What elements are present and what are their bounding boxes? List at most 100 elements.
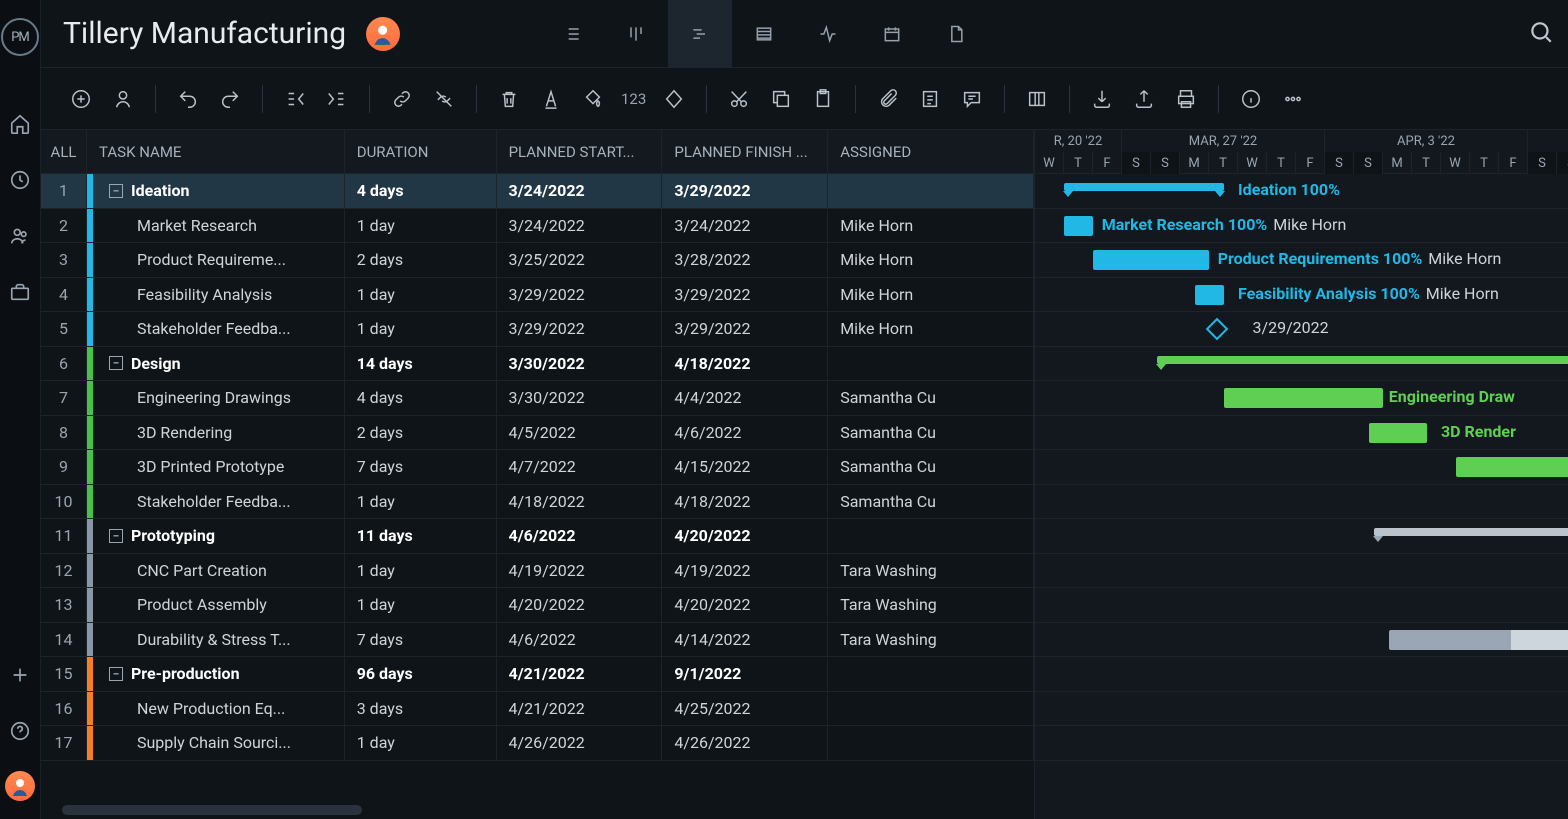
project-avatar-icon[interactable] [366, 17, 400, 51]
cell-finish[interactable]: 3/29/2022 [662, 278, 828, 312]
cell-taskname[interactable]: Feasibility Analysis [93, 278, 345, 312]
cell-duration[interactable]: 1 day [345, 485, 497, 519]
table-row[interactable]: 83D Rendering2 days4/5/20224/6/2022Saman… [41, 416, 1034, 451]
attachment-icon[interactable] [870, 81, 906, 117]
cell-assigned[interactable] [828, 519, 1034, 553]
table-row[interactable]: 6−Design14 days3/30/20224/18/2022 [41, 347, 1034, 382]
table-row[interactable]: 15−Pre-production96 days4/21/20229/1/202… [41, 657, 1034, 692]
cell-finish[interactable]: 4/14/2022 [662, 623, 828, 657]
plus-icon[interactable] [0, 655, 40, 695]
cell-duration[interactable]: 2 days [345, 416, 497, 450]
gantt-chart[interactable]: R, 20 '22MAR, 27 '22APR, 3 '22 WTFSSMTWT… [1035, 130, 1568, 819]
undo-icon[interactable] [170, 81, 206, 117]
cell-duration[interactable]: 1 day [345, 554, 497, 588]
cell-start[interactable]: 4/21/2022 [497, 692, 663, 726]
cell-taskname[interactable]: Market Research [93, 209, 345, 243]
cell-taskname[interactable]: −Pre-production [93, 657, 345, 691]
cell-assigned[interactable] [828, 347, 1034, 381]
table-row[interactable]: 13Product Assembly1 day4/20/20224/20/202… [41, 588, 1034, 623]
table-row[interactable]: 11−Prototyping11 days4/6/20224/20/2022 [41, 519, 1034, 554]
cell-start[interactable]: 4/20/2022 [497, 588, 663, 622]
col-taskname[interactable]: TASK NAME [87, 130, 345, 173]
cell-finish[interactable]: 4/20/2022 [662, 588, 828, 622]
table-row[interactable]: 5Stakeholder Feedba...1 day3/29/20223/29… [41, 312, 1034, 347]
cell-assigned[interactable]: Mike Horn [828, 278, 1034, 312]
cell-assigned[interactable] [828, 692, 1034, 726]
cell-finish[interactable]: 4/6/2022 [662, 416, 828, 450]
gantt-bar[interactable] [1157, 356, 1568, 364]
cell-taskname[interactable]: 3D Printed Prototype [93, 450, 345, 484]
home-icon[interactable] [0, 104, 40, 144]
cell-taskname[interactable]: Stakeholder Feedba... [93, 312, 345, 346]
cell-assigned[interactable]: Samantha Cu [828, 485, 1034, 519]
col-finish[interactable]: PLANNED FINISH ... [662, 130, 828, 173]
add-task-icon[interactable] [63, 81, 99, 117]
cell-finish[interactable]: 3/29/2022 [662, 174, 828, 208]
info-icon[interactable] [1233, 81, 1269, 117]
cell-duration[interactable]: 4 days [345, 174, 497, 208]
cell-assigned[interactable] [828, 726, 1034, 760]
gantt-bar[interactable] [1195, 285, 1224, 305]
gantt-bar[interactable] [1064, 183, 1224, 191]
gantt-bar[interactable] [1374, 528, 1568, 536]
cell-taskname[interactable]: New Production Eq... [93, 692, 345, 726]
col-all[interactable]: ALL [41, 130, 87, 173]
cell-finish[interactable]: 4/26/2022 [662, 726, 828, 760]
cell-start[interactable]: 4/26/2022 [497, 726, 663, 760]
search-icon[interactable] [1518, 9, 1564, 59]
collapse-icon[interactable]: − [109, 356, 123, 370]
cell-taskname[interactable]: Supply Chain Sourci... [93, 726, 345, 760]
user-avatar-icon[interactable] [5, 771, 35, 801]
cell-taskname[interactable]: Engineering Drawings [93, 381, 345, 415]
outdent-icon[interactable] [277, 81, 313, 117]
gantt-bar[interactable] [1456, 457, 1568, 477]
gantt-bar[interactable] [1369, 423, 1427, 443]
cell-finish[interactable]: 4/20/2022 [662, 519, 828, 553]
import-icon[interactable] [1084, 81, 1120, 117]
notes-icon[interactable] [912, 81, 948, 117]
cell-duration[interactable]: 1 day [345, 588, 497, 622]
number-format-icon[interactable]: 123 [617, 90, 650, 108]
cell-duration[interactable]: 2 days [345, 243, 497, 277]
table-row[interactable]: 1−Ideation4 days3/24/20223/29/2022 [41, 174, 1034, 209]
cell-finish[interactable]: 4/25/2022 [662, 692, 828, 726]
cell-start[interactable]: 4/5/2022 [497, 416, 663, 450]
cell-taskname[interactable]: −Prototyping [93, 519, 345, 553]
cell-assigned[interactable] [828, 657, 1034, 691]
delete-icon[interactable] [491, 81, 527, 117]
cell-start[interactable]: 4/7/2022 [497, 450, 663, 484]
col-assigned[interactable]: ASSIGNED [828, 130, 1034, 173]
cell-duration[interactable]: 7 days [345, 450, 497, 484]
help-icon[interactable] [0, 711, 40, 751]
cell-start[interactable]: 3/24/2022 [497, 209, 663, 243]
table-row[interactable]: 14Durability & Stress T...7 days4/6/2022… [41, 623, 1034, 658]
gantt-bar[interactable] [1064, 216, 1093, 236]
export-icon[interactable] [1126, 81, 1162, 117]
cell-taskname[interactable]: 3D Rendering [93, 416, 345, 450]
collapse-icon[interactable]: − [109, 667, 123, 681]
cell-finish[interactable]: 4/4/2022 [662, 381, 828, 415]
cell-duration[interactable]: 4 days [345, 381, 497, 415]
cell-assigned[interactable] [828, 174, 1034, 208]
comment-icon[interactable] [954, 81, 990, 117]
view-list-icon[interactable] [540, 0, 604, 68]
collapse-icon[interactable]: − [109, 184, 123, 198]
table-row[interactable]: 4Feasibility Analysis1 day3/29/20223/29/… [41, 278, 1034, 313]
task-grid[interactable]: ALL TASK NAME DURATION PLANNED START... … [41, 130, 1035, 819]
cell-duration[interactable]: 7 days [345, 623, 497, 657]
cell-taskname[interactable]: Durability & Stress T... [93, 623, 345, 657]
print-icon[interactable] [1168, 81, 1204, 117]
table-row[interactable]: 16New Production Eq...3 days4/21/20224/2… [41, 692, 1034, 727]
cell-taskname[interactable]: −Design [93, 347, 345, 381]
cell-assigned[interactable]: Mike Horn [828, 243, 1034, 277]
view-calendar-icon[interactable] [860, 0, 924, 68]
clock-icon[interactable] [0, 160, 40, 200]
cell-assigned[interactable]: Samantha Cu [828, 416, 1034, 450]
cell-assigned[interactable]: Mike Horn [828, 209, 1034, 243]
milestone-icon[interactable] [656, 81, 692, 117]
cell-assigned[interactable]: Tara Washing [828, 554, 1034, 588]
cell-start[interactable]: 4/19/2022 [497, 554, 663, 588]
cell-finish[interactable]: 4/19/2022 [662, 554, 828, 588]
cell-finish[interactable]: 9/1/2022 [662, 657, 828, 691]
cell-assigned[interactable]: Samantha Cu [828, 381, 1034, 415]
